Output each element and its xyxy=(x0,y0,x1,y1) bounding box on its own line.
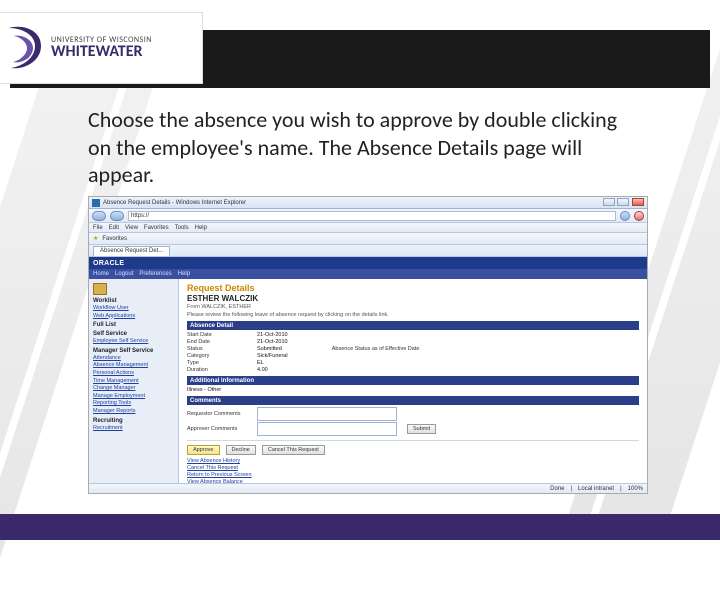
browser-statusbar: Done | Local intranet | 100% xyxy=(89,483,647,493)
side-link[interactable]: Absence Management xyxy=(93,362,174,369)
uww-logo: UNIVERSITY OF WISCONSIN WHITEWATER xyxy=(0,12,203,84)
side-link[interactable]: Web Applications xyxy=(93,313,174,320)
favorites-bar: ★ Favorites xyxy=(89,233,647,245)
meta-note: Please review the following leave of abs… xyxy=(187,312,639,318)
favorites-label[interactable]: Favorites xyxy=(102,236,127,242)
lbl-end: End Date xyxy=(187,339,257,345)
lbl-req-comments: Requestor Comments xyxy=(187,411,257,417)
val-duration: 4.00 xyxy=(257,367,268,373)
nav-help[interactable]: Help xyxy=(178,271,190,277)
section-info: Additional Information xyxy=(187,376,639,385)
minimize-button[interactable] xyxy=(603,198,615,206)
link-return[interactable]: Return to Previous Screen xyxy=(187,472,639,478)
val-info: Illness - Other xyxy=(187,387,221,393)
val-status: Submitted xyxy=(257,346,282,352)
val-end: 21-Oct-2010 xyxy=(257,339,288,345)
status-done: Done xyxy=(550,486,564,492)
lbl-status-extra: Absence Status as of Effective Date xyxy=(332,346,420,352)
link-cancel[interactable]: Cancel This Request xyxy=(187,465,639,471)
nav-preferences[interactable]: Preferences xyxy=(139,271,171,277)
approver-comments-input[interactable] xyxy=(257,422,397,436)
refresh-button[interactable] xyxy=(620,211,630,221)
nav-home[interactable]: Home xyxy=(93,271,109,277)
logo-swirl-icon xyxy=(5,24,45,72)
decline-button[interactable]: Decline xyxy=(226,445,256,455)
logo-line2: WHITEWATER xyxy=(51,44,152,60)
forward-button[interactable] xyxy=(110,211,124,221)
side-link[interactable]: Change Manager xyxy=(93,385,174,392)
employee-name: ESTHER WALCZIK xyxy=(187,294,639,303)
lbl-category: Category xyxy=(187,353,257,359)
browser-screenshot: Absence Request Details - Windows Intern… xyxy=(88,196,648,494)
folder-icon xyxy=(93,283,107,295)
section-absence: Absence Detail xyxy=(187,321,639,330)
instruction-text: Choose the absence you wish to approve b… xyxy=(88,106,642,189)
nav-logout[interactable]: Logout xyxy=(115,271,133,277)
window-titlebar: Absence Request Details - Windows Intern… xyxy=(89,197,647,209)
window-buttons xyxy=(602,198,644,208)
browser-menubar: File Edit View Favorites Tools Help xyxy=(89,223,647,233)
section-comments: Comments xyxy=(187,396,639,405)
submit-button[interactable]: Submit xyxy=(407,424,436,434)
side-link[interactable]: Manage Employment xyxy=(93,393,174,400)
lbl-status: Status xyxy=(187,346,257,352)
ie-icon xyxy=(92,199,100,207)
val-category: Sick/Funeral xyxy=(257,353,288,359)
back-button[interactable] xyxy=(92,211,106,221)
side-h-self: Self Service xyxy=(93,331,174,337)
menu-view[interactable]: View xyxy=(125,225,138,231)
window-title: Absence Request Details - Windows Intern… xyxy=(103,200,246,206)
reference-links: View Absence History Cancel This Request… xyxy=(187,458,639,485)
menu-edit[interactable]: Edit xyxy=(109,225,119,231)
val-type: EL xyxy=(257,360,264,366)
oracle-header: ORACLE xyxy=(89,257,647,269)
lbl-duration: Duration xyxy=(187,367,257,373)
slide-header: UNIVERSITY OF WISCONSIN WHITEWATER xyxy=(0,0,720,90)
side-link[interactable]: Personal Actions xyxy=(93,370,174,377)
val-start: 21-Oct-2010 xyxy=(257,332,288,338)
lbl-start: Start Date xyxy=(187,332,257,338)
meta-from: From WALCZIK, ESTHER xyxy=(187,304,639,310)
oracle-sidebar: Worklist Workflow User Web Applications … xyxy=(89,279,179,494)
lbl-appr-comments: Approver Comments xyxy=(187,426,257,432)
browser-tabbar: Absence Request Det... xyxy=(89,245,647,257)
browser-tab[interactable]: Absence Request Det... xyxy=(93,246,170,256)
menu-help[interactable]: Help xyxy=(195,225,207,231)
oracle-content: Request Details ESTHER WALCZIK From WALC… xyxy=(179,279,647,494)
side-link[interactable]: Manager Reports xyxy=(93,408,174,415)
side-h-mgr: Manager Self Service xyxy=(93,348,174,354)
side-link[interactable]: Attendance xyxy=(93,355,174,362)
oracle-brand: ORACLE xyxy=(93,260,124,267)
approve-button[interactable]: Approve xyxy=(187,445,220,455)
link-view-history[interactable]: View Absence History xyxy=(187,458,639,464)
cancel-button[interactable]: Cancel This Request xyxy=(262,445,325,455)
menu-favorites[interactable]: Favorites xyxy=(144,225,169,231)
lbl-type: Type xyxy=(187,360,257,366)
side-h-full: Full List xyxy=(93,322,174,328)
address-bar[interactable]: https:// xyxy=(128,211,616,221)
browser-toolbar: https:// xyxy=(89,209,647,223)
slide-footer-bar xyxy=(0,514,720,540)
address-url: https:// xyxy=(131,213,149,219)
oracle-nav: Home Logout Preferences Help xyxy=(89,269,647,279)
side-link[interactable]: Workflow User xyxy=(93,305,174,312)
side-link[interactable]: Recruitment xyxy=(93,425,174,432)
close-button[interactable] xyxy=(632,198,644,206)
tab-label: Absence Request Det... xyxy=(100,248,163,254)
maximize-button[interactable] xyxy=(617,198,629,206)
stop-button[interactable] xyxy=(634,211,644,221)
menu-tools[interactable]: Tools xyxy=(175,225,189,231)
menu-file[interactable]: File xyxy=(93,225,103,231)
status-zone: Local intranet xyxy=(578,486,614,492)
side-link[interactable]: Employee Self Service xyxy=(93,338,174,345)
side-link[interactable]: Reporting Tools xyxy=(93,400,174,407)
side-h-worklist: Worklist xyxy=(93,298,174,304)
page-title: Request Details xyxy=(187,283,639,293)
oracle-body: Worklist Workflow User Web Applications … xyxy=(89,279,647,494)
side-link[interactable]: Time Management xyxy=(93,378,174,385)
requestor-comments-input[interactable] xyxy=(257,407,397,421)
side-h-recruit: Recruiting xyxy=(93,418,174,424)
status-zoom: 100% xyxy=(628,486,643,492)
